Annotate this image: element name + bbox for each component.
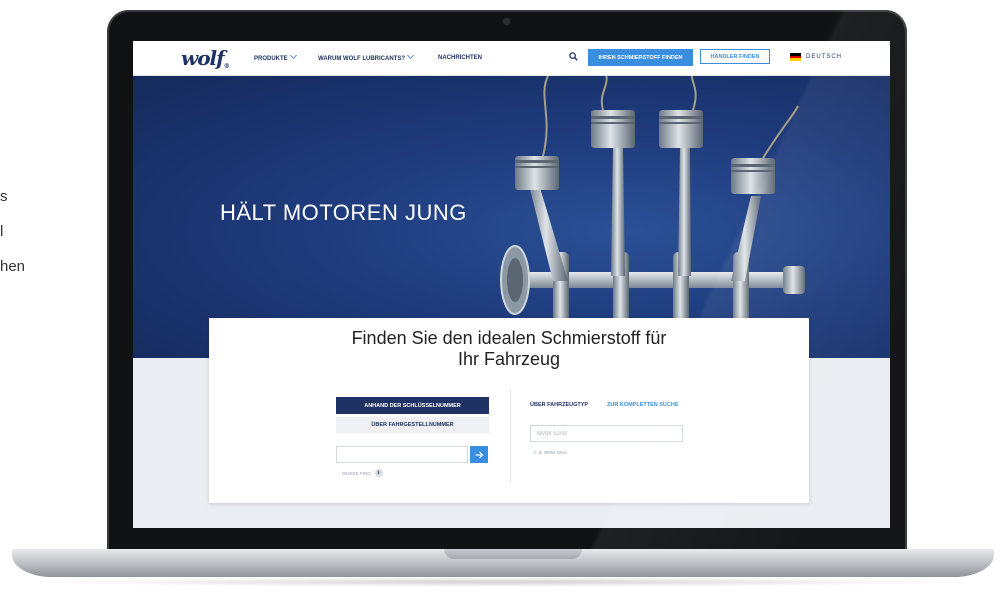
key-number-input[interactable]: [336, 446, 468, 463]
nav-item-produkte[interactable]: PRODUKTE: [254, 51, 297, 62]
lubricant-finder-card: Finden Sie den idealen Schmierstoff für …: [209, 318, 809, 503]
german-flag-icon: [790, 53, 801, 62]
chevron-down-icon: [406, 51, 415, 60]
search-icon[interactable]: [569, 52, 578, 61]
finder-title: Finden Sie den idealen Schmierstoff für …: [351, 328, 667, 369]
find-dealer-button[interactable]: HÄNDLER FINDEN: [700, 49, 770, 64]
info-icon[interactable]: i: [374, 469, 383, 477]
submit-key-button[interactable]: [470, 446, 488, 463]
arrow-right-icon: [475, 451, 483, 458]
vehicle-type-input[interactable]: [530, 425, 683, 442]
language-label: DEUTSCH: [806, 54, 843, 60]
hero-banner: HÄLT MOTOREN JUNG: [133, 76, 890, 358]
tab-key-number[interactable]: ANHAND DER SCHLÜSSELNUMMER: [336, 397, 489, 414]
language-selector[interactable]: DEUTSCH: [790, 53, 843, 62]
find-lubricant-button[interactable]: IHREN SCHMIERSTOFF FINDEN: [588, 49, 693, 66]
column-divider: [510, 390, 511, 482]
nav-item-nachrichten[interactable]: NACHRICHTEN: [438, 55, 482, 61]
wolf-logo[interactable]: wolf®: [181, 46, 230, 70]
tab-chassis-number[interactable]: ÜBER FAHRGESTELLNUMMER: [336, 417, 489, 433]
vehicle-type-label: ÜBER FAHRZEUGTYP: [530, 402, 589, 408]
nav-item-warum[interactable]: WARUM WOLF LUBRICANTS?: [318, 51, 415, 62]
full-search-link[interactable]: ZUR KOMPLETTEN SUCHE: [607, 402, 679, 408]
laptop-lid: wolf® PRODUKTE WARUM WOLF LUBRICANTS? NA…: [107, 10, 907, 555]
laptop-screen: wolf® PRODUKTE WARUM WOLF LUBRICANTS? NA…: [133, 41, 890, 528]
site-navbar: wolf® PRODUKTE WARUM WOLF LUBRICANTS? NA…: [133, 41, 890, 76]
side-text-2: l: [0, 223, 4, 240]
webcam: [503, 18, 510, 25]
hero-title: HÄLT MOTOREN JUNG: [220, 200, 467, 225]
laptop-shadow: [40, 577, 960, 587]
where-find-hint: WHERE FIND i: [342, 469, 383, 477]
side-text-3: hen: [0, 258, 26, 275]
side-text-1: s: [0, 188, 8, 205]
laptop-opening-notch: [444, 549, 582, 559]
chevron-down-icon: [289, 51, 297, 60]
vehicle-example-text: z. B. BMW 520d: [534, 450, 567, 455]
laptop-base: [12, 549, 994, 577]
